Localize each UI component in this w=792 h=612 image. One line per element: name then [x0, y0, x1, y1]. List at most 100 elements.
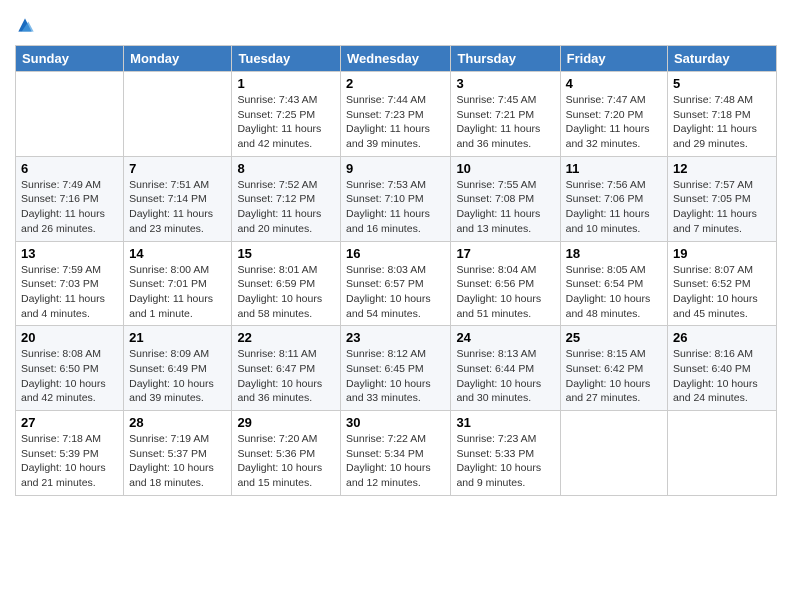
day-info: Sunrise: 7:18 AM Sunset: 5:39 PM Dayligh… — [21, 432, 118, 491]
calendar-cell: 7Sunrise: 7:51 AM Sunset: 7:14 PM Daylig… — [124, 156, 232, 241]
calendar-cell: 27 Sunrise: 7:18 AM Sunset: 5:39 PM Dayli… — [16, 411, 124, 496]
calendar-table: SundayMondayTuesdayWednesdayThursdayFrid… — [15, 45, 777, 496]
day-number: 27 — [21, 415, 118, 430]
weekday-header-saturday: Saturday — [668, 46, 777, 72]
calendar-cell: 12 Sunrise: 7:57 AM Sunset: 7:05 PM Dayli… — [668, 156, 777, 241]
calendar-cell: 30 Sunrise: 7:22 AM Sunset: 5:34 PM Dayli… — [341, 411, 451, 496]
day-info: Sunrise: 8:15 AM Sunset: 6:42 PM Dayligh… — [566, 347, 662, 406]
day-number: 20 — [21, 330, 118, 345]
weekday-header-wednesday: Wednesday — [341, 46, 451, 72]
day-info: Sunrise: 7:55 AM Sunset: 7:08 PM Dayligh… — [456, 178, 554, 237]
calendar-cell: 16 Sunrise: 8:03 AM Sunset: 6:57 PM Dayli… — [341, 241, 451, 326]
day-number: 3 — [456, 76, 554, 91]
day-number: 14 — [129, 246, 226, 261]
day-info: Sunrise: 7:19 AM Sunset: 5:37 PM Dayligh… — [129, 432, 226, 491]
calendar-cell: 17 Sunrise: 8:04 AM Sunset: 6:56 PM Dayli… — [451, 241, 560, 326]
day-info: Sunrise: 7:57 AM Sunset: 7:05 PM Dayligh… — [673, 178, 771, 237]
day-info: Sunrise: 7:22 AM Sunset: 5:34 PM Dayligh… — [346, 432, 445, 491]
day-info: Sunrise: 8:16 AM Sunset: 6:40 PM Dayligh… — [673, 347, 771, 406]
day-number: 10 — [456, 161, 554, 176]
calendar-cell: 5Sunrise: 7:48 AM Sunset: 7:18 PM Daylig… — [668, 72, 777, 157]
day-info: Sunrise: 7:53 AM Sunset: 7:10 PM Dayligh… — [346, 178, 445, 237]
calendar-cell: 31 Sunrise: 7:23 AM Sunset: 5:33 PM Dayli… — [451, 411, 560, 496]
day-info: Sunrise: 8:07 AM Sunset: 6:52 PM Dayligh… — [673, 263, 771, 322]
calendar-week-1: 1 Sunrise: 7:43 AM Sunset: 7:25 PM Daylig… — [16, 72, 777, 157]
day-info: Sunrise: 7:56 AM Sunset: 7:06 PM Dayligh… — [566, 178, 662, 237]
day-info: Sunrise: 8:09 AM Sunset: 6:49 PM Dayligh… — [129, 347, 226, 406]
day-info: Sunrise: 7:49 AM Sunset: 7:16 PM Dayligh… — [21, 178, 118, 237]
calendar-cell — [668, 411, 777, 496]
calendar-cell: 24 Sunrise: 8:13 AM Sunset: 6:44 PM Dayli… — [451, 326, 560, 411]
calendar-cell: 15 Sunrise: 8:01 AM Sunset: 6:59 PM Dayli… — [232, 241, 341, 326]
calendar-cell: 4 Sunrise: 7:47 AM Sunset: 7:20 PM Daylig… — [560, 72, 667, 157]
day-number: 15 — [237, 246, 335, 261]
day-number: 24 — [456, 330, 554, 345]
calendar-cell: 22 Sunrise: 8:11 AM Sunset: 6:47 PM Dayli… — [232, 326, 341, 411]
logo-icon — [15, 15, 35, 35]
calendar-cell: 20 Sunrise: 8:08 AM Sunset: 6:50 PM Dayli… — [16, 326, 124, 411]
day-info: Sunrise: 7:20 AM Sunset: 5:36 PM Dayligh… — [237, 432, 335, 491]
day-number: 30 — [346, 415, 445, 430]
day-number: 31 — [456, 415, 554, 430]
day-number: 22 — [237, 330, 335, 345]
day-info: Sunrise: 7:23 AM Sunset: 5:33 PM Dayligh… — [456, 432, 554, 491]
calendar-cell: 13 Sunrise: 7:59 AM Sunset: 7:03 PM Dayli… — [16, 241, 124, 326]
weekday-header-friday: Friday — [560, 46, 667, 72]
calendar-cell: 26 Sunrise: 8:16 AM Sunset: 6:40 PM Dayli… — [668, 326, 777, 411]
day-number: 8 — [237, 161, 335, 176]
calendar-cell: 21 Sunrise: 8:09 AM Sunset: 6:49 PM Dayli… — [124, 326, 232, 411]
weekday-header-sunday: Sunday — [16, 46, 124, 72]
day-number: 21 — [129, 330, 226, 345]
calendar-cell — [124, 72, 232, 157]
day-number: 29 — [237, 415, 335, 430]
calendar-cell: 6 Sunrise: 7:49 AM Sunset: 7:16 PM Daylig… — [16, 156, 124, 241]
logo — [15, 15, 37, 35]
day-info: Sunrise: 8:04 AM Sunset: 6:56 PM Dayligh… — [456, 263, 554, 322]
calendar-cell: 3 Sunrise: 7:45 AM Sunset: 7:21 PM Daylig… — [451, 72, 560, 157]
weekday-header-thursday: Thursday — [451, 46, 560, 72]
day-info: Sunrise: 8:03 AM Sunset: 6:57 PM Dayligh… — [346, 263, 445, 322]
calendar-cell: 11 Sunrise: 7:56 AM Sunset: 7:06 PM Dayli… — [560, 156, 667, 241]
header — [15, 10, 777, 35]
day-info: Sunrise: 7:43 AM Sunset: 7:25 PM Dayligh… — [237, 93, 335, 152]
day-number: 12 — [673, 161, 771, 176]
day-info: Sunrise: 7:48 AM Sunset: 7:18 PM Dayligh… — [673, 93, 771, 152]
day-info: Sunrise: 7:47 AM Sunset: 7:20 PM Dayligh… — [566, 93, 662, 152]
day-info: Sunrise: 8:01 AM Sunset: 6:59 PM Dayligh… — [237, 263, 335, 322]
weekday-header-row: SundayMondayTuesdayWednesdayThursdayFrid… — [16, 46, 777, 72]
day-info: Sunrise: 8:08 AM Sunset: 6:50 PM Dayligh… — [21, 347, 118, 406]
day-number: 11 — [566, 161, 662, 176]
day-info: Sunrise: 8:11 AM Sunset: 6:47 PM Dayligh… — [237, 347, 335, 406]
day-number: 26 — [673, 330, 771, 345]
calendar-cell: 25Sunrise: 8:15 AM Sunset: 6:42 PM Dayli… — [560, 326, 667, 411]
calendar-cell: 14 Sunrise: 8:00 AM Sunset: 7:01 PM Dayli… — [124, 241, 232, 326]
day-number: 1 — [237, 76, 335, 91]
day-number: 18 — [566, 246, 662, 261]
calendar-cell: 1 Sunrise: 7:43 AM Sunset: 7:25 PM Daylig… — [232, 72, 341, 157]
weekday-header-tuesday: Tuesday — [232, 46, 341, 72]
day-info: Sunrise: 7:52 AM Sunset: 7:12 PM Dayligh… — [237, 178, 335, 237]
calendar-cell: 2Sunrise: 7:44 AM Sunset: 7:23 PM Daylig… — [341, 72, 451, 157]
day-info: Sunrise: 8:13 AM Sunset: 6:44 PM Dayligh… — [456, 347, 554, 406]
calendar-cell: 10 Sunrise: 7:55 AM Sunset: 7:08 PM Dayli… — [451, 156, 560, 241]
calendar-cell: 23Sunrise: 8:12 AM Sunset: 6:45 PM Dayli… — [341, 326, 451, 411]
calendar-cell: 8 Sunrise: 7:52 AM Sunset: 7:12 PM Daylig… — [232, 156, 341, 241]
day-info: Sunrise: 7:59 AM Sunset: 7:03 PM Dayligh… — [21, 263, 118, 322]
day-info: Sunrise: 8:00 AM Sunset: 7:01 PM Dayligh… — [129, 263, 226, 322]
calendar-week-2: 6 Sunrise: 7:49 AM Sunset: 7:16 PM Daylig… — [16, 156, 777, 241]
day-number: 4 — [566, 76, 662, 91]
main-container: SundayMondayTuesdayWednesdayThursdayFrid… — [0, 0, 792, 511]
day-number: 28 — [129, 415, 226, 430]
calendar-cell: 9 Sunrise: 7:53 AM Sunset: 7:10 PM Daylig… — [341, 156, 451, 241]
day-number: 13 — [21, 246, 118, 261]
day-info: Sunrise: 7:51 AM Sunset: 7:14 PM Dayligh… — [129, 178, 226, 237]
day-number: 16 — [346, 246, 445, 261]
day-info: Sunrise: 8:05 AM Sunset: 6:54 PM Dayligh… — [566, 263, 662, 322]
day-info: Sunrise: 7:45 AM Sunset: 7:21 PM Dayligh… — [456, 93, 554, 152]
calendar-cell: 19Sunrise: 8:07 AM Sunset: 6:52 PM Dayli… — [668, 241, 777, 326]
calendar-week-5: 27 Sunrise: 7:18 AM Sunset: 5:39 PM Dayli… — [16, 411, 777, 496]
day-number: 6 — [21, 161, 118, 176]
day-number: 9 — [346, 161, 445, 176]
day-number: 17 — [456, 246, 554, 261]
calendar-week-3: 13 Sunrise: 7:59 AM Sunset: 7:03 PM Dayli… — [16, 241, 777, 326]
